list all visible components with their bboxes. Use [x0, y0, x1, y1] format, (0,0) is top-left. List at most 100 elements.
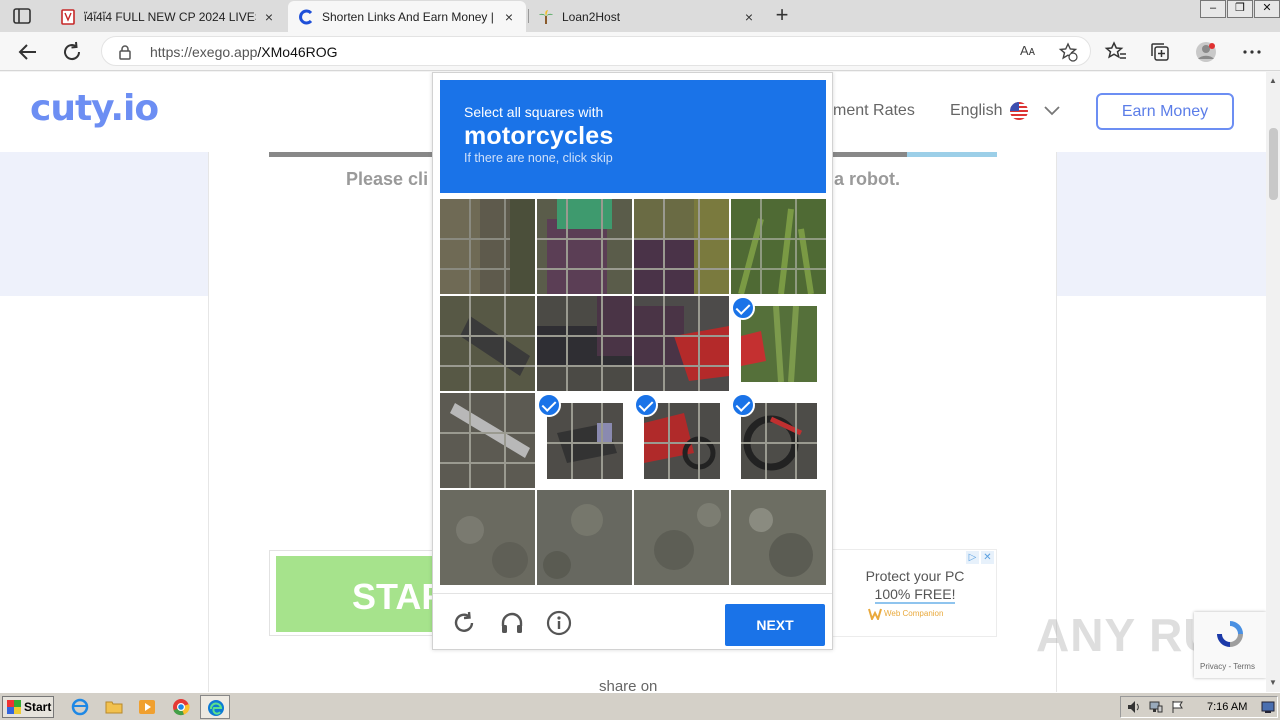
palm-tree-favicon-icon — [539, 9, 553, 24]
tab-actions-icon[interactable] — [12, 7, 32, 25]
read-aloud-icon[interactable]: Aᴀ — [1020, 43, 1035, 58]
tile-image — [440, 296, 535, 391]
tile-image — [634, 296, 729, 391]
system-tray: 7:16 AM — [1120, 696, 1278, 718]
captcha-grid — [440, 199, 826, 585]
refresh-icon[interactable] — [60, 40, 84, 64]
ad-choices-icon[interactable]: ▷ — [966, 551, 979, 564]
nav-payment-rates[interactable]: ment Rates — [833, 102, 915, 120]
selected-check-icon — [537, 393, 561, 417]
language-selector[interactable]: English — [950, 102, 1061, 120]
captcha-skip-hint: If there are none, click skip — [464, 151, 613, 165]
captcha-tile-4[interactable] — [731, 199, 826, 294]
captcha-tile-2[interactable] — [537, 199, 632, 294]
tab-loan2host[interactable]: Loan2Host × — [528, 1, 766, 32]
favorites-icon[interactable] — [1104, 40, 1128, 64]
earn-money-button[interactable]: Earn Money — [1096, 93, 1234, 130]
taskbar-edge-active[interactable] — [200, 695, 230, 719]
captcha-tile-11[interactable] — [634, 393, 729, 488]
captcha-tile-5[interactable] — [440, 296, 535, 391]
add-favorite-star-icon[interactable] — [1058, 42, 1078, 62]
scroll-up-arrow-icon[interactable]: ▲ — [1268, 76, 1278, 86]
back-arrow-icon[interactable] — [16, 40, 40, 64]
scroll-thumb[interactable] — [1269, 128, 1278, 200]
recaptcha-privacy-terms[interactable]: Privacy - Terms — [1200, 662, 1255, 671]
start-button[interactable]: Start — [2, 696, 54, 718]
url-host: https://exego.app — [150, 44, 258, 60]
lock-icon[interactable] — [118, 44, 132, 60]
recaptcha-challenge: Select all squares with motorcycles If t… — [432, 72, 833, 650]
tile-image — [440, 393, 535, 488]
ad-free-label: 100% FREE! — [874, 586, 956, 604]
captcha-tile-7[interactable] — [634, 296, 729, 391]
action-center-flag-icon[interactable] — [1171, 700, 1185, 714]
captcha-tile-8[interactable] — [731, 296, 826, 391]
restore-button[interactable]: ❐ — [1227, 0, 1253, 18]
minimize-button[interactable]: – — [1200, 0, 1226, 18]
more-menu-icon[interactable] — [1240, 40, 1264, 64]
web-companion-logo-icon — [868, 608, 882, 620]
recaptcha-badge[interactable]: Privacy - Terms — [1194, 612, 1266, 678]
captcha-tile-9[interactable] — [440, 393, 535, 488]
tile-image — [644, 403, 720, 479]
network-icon[interactable] — [1149, 700, 1163, 714]
tab-close-icon[interactable]: × — [742, 9, 756, 25]
progress-fill — [907, 152, 997, 157]
profile-avatar-icon — [1196, 42, 1216, 62]
document-favicon-icon — [61, 8, 75, 25]
reload-challenge-icon[interactable] — [451, 610, 477, 636]
tile-image — [537, 490, 632, 585]
show-desktop-icon[interactable] — [1261, 700, 1275, 714]
ad-close-icon[interactable]: ✕ — [981, 551, 994, 564]
captcha-tile-12[interactable] — [731, 393, 826, 488]
file-explorer-folder-icon[interactable] — [105, 698, 123, 716]
browser-tab-bar: ἴ4ἴ4ἴ4 FULL NEW CP 2024 LIVES × Shorten … — [0, 0, 1280, 32]
media-player-icon[interactable] — [138, 698, 156, 716]
audio-challenge-headphones-icon[interactable] — [499, 610, 525, 636]
tab-close-icon[interactable]: × — [502, 9, 516, 25]
volume-icon[interactable] — [1127, 700, 1141, 714]
advertisement[interactable]: ▷ ✕ Protect your PC 100% FREE! Web Compa… — [831, 549, 997, 637]
new-tab-button[interactable]: + — [770, 4, 794, 28]
close-window-button[interactable]: ✕ — [1254, 0, 1280, 18]
collections-icon[interactable] — [1148, 40, 1172, 64]
tile-image — [741, 403, 817, 479]
tile-image — [634, 490, 729, 585]
tab-cp-2024[interactable]: ἴ4ἴ4ἴ4 FULL NEW CP 2024 LIVES × — [50, 1, 286, 32]
tab-close-icon[interactable]: × — [262, 9, 276, 25]
internet-explorer-icon[interactable] — [71, 698, 89, 716]
scroll-down-arrow-icon[interactable]: ▼ — [1268, 678, 1278, 688]
captcha-tile-1[interactable] — [440, 199, 535, 294]
window-controls: – ❐ ✕ — [1199, 0, 1280, 18]
cuty-logo[interactable]: cuty.io — [30, 88, 159, 129]
page-viewport: cuty.io ment Rates English Earn Money Pl… — [0, 72, 1266, 692]
captcha-instruction: Select all squares with — [464, 104, 604, 120]
captcha-tile-3[interactable] — [634, 199, 729, 294]
captcha-target: motorcycles — [464, 122, 614, 150]
next-button[interactable]: NEXT — [725, 604, 825, 646]
tab-title: ἴ4ἴ4ἴ4 FULL NEW CP 2024 LIVES — [84, 9, 256, 24]
captcha-tile-10[interactable] — [537, 393, 632, 488]
captcha-tile-13[interactable] — [440, 490, 535, 585]
tab-title: Shorten Links And Earn Money | c — [322, 9, 496, 24]
start-label: Start — [24, 700, 52, 714]
captcha-tile-16[interactable] — [731, 490, 826, 585]
share-on-label: share on — [599, 678, 658, 692]
robot-instruction-left: Please cli — [346, 169, 429, 189]
tab-cuty-shorten-links[interactable]: Shorten Links And Earn Money | c × — [288, 1, 526, 32]
selected-check-icon — [731, 296, 755, 320]
selected-check-icon — [731, 393, 755, 417]
captcha-tile-14[interactable] — [537, 490, 632, 585]
url-bar[interactable]: https://exego.app/XMo46ROG Aᴀ — [101, 36, 1091, 66]
robot-instruction-right: t a robot. — [823, 169, 900, 189]
ellipsis-icon — [1243, 50, 1261, 54]
captcha-tile-15[interactable] — [634, 490, 729, 585]
start-area: STAR — [269, 550, 476, 636]
url-text[interactable]: https://exego.app/XMo46ROG — [150, 44, 338, 60]
captcha-tile-6[interactable] — [537, 296, 632, 391]
info-help-icon[interactable] — [546, 610, 572, 636]
page-scrollbar[interactable]: ▲ ▼ — [1266, 72, 1280, 692]
ad-brand: Web Companion — [884, 609, 944, 618]
chrome-icon[interactable] — [172, 698, 190, 716]
profile-avatar[interactable] — [1194, 40, 1218, 64]
